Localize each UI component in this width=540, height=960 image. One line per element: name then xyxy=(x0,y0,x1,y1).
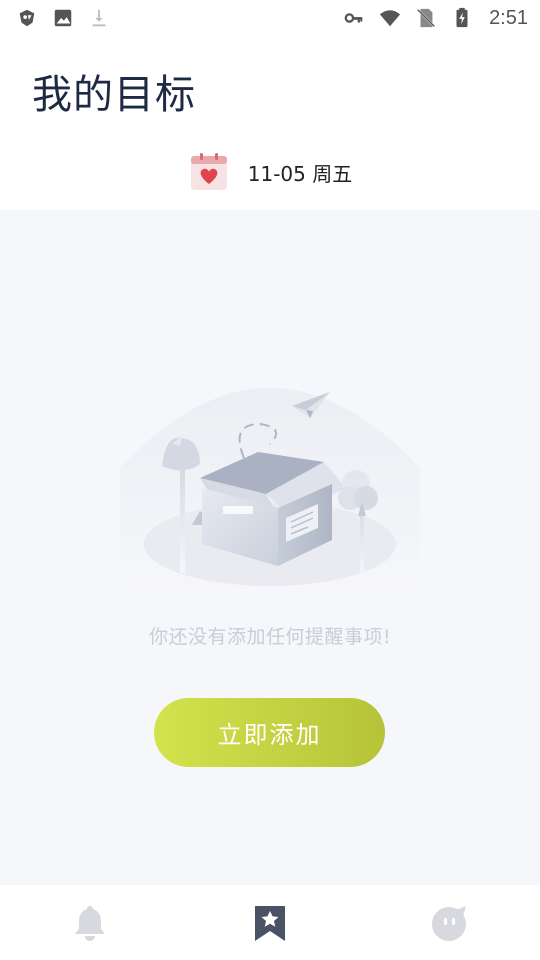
chat-face-icon xyxy=(432,905,466,941)
bell-icon xyxy=(75,905,105,941)
nav-item-goals[interactable] xyxy=(240,893,300,953)
calendar-heart-icon xyxy=(190,153,227,190)
status-left xyxy=(16,7,110,29)
status-bar: 2:51 xyxy=(0,0,540,36)
empty-state-message: 你还没有添加任何提醒事项! xyxy=(148,626,392,648)
nav-item-reminders[interactable] xyxy=(60,893,120,953)
status-time: 2:51 xyxy=(489,6,528,29)
wifi-icon xyxy=(379,10,401,27)
status-right: 2:51 xyxy=(343,7,528,30)
empty-box-illustration xyxy=(120,388,420,598)
bottom-nav xyxy=(0,885,540,960)
date-selector[interactable]: 11-05 周五 xyxy=(0,150,540,194)
reminder-list-area: 你还没有添加任何提醒事项! 立即添加 xyxy=(0,210,540,885)
app-notification-icon xyxy=(19,9,35,27)
bookmark-star-icon xyxy=(255,905,285,941)
nav-item-profile[interactable] xyxy=(420,893,480,953)
date-label: 11-05 周五 xyxy=(247,161,353,186)
no-sim-icon xyxy=(417,8,436,28)
download-icon xyxy=(92,9,106,27)
vpn-key-icon xyxy=(344,13,363,23)
app-screen: 2:51 我的目标 11-05 周五 你还没有添加任何提醒事项! 立即添加 xyxy=(0,0,540,960)
battery-charging-icon xyxy=(456,7,468,28)
image-icon xyxy=(54,9,72,27)
add-now-button[interactable]: 立即添加 xyxy=(154,698,385,767)
page-title: 我的目标 xyxy=(32,72,196,118)
